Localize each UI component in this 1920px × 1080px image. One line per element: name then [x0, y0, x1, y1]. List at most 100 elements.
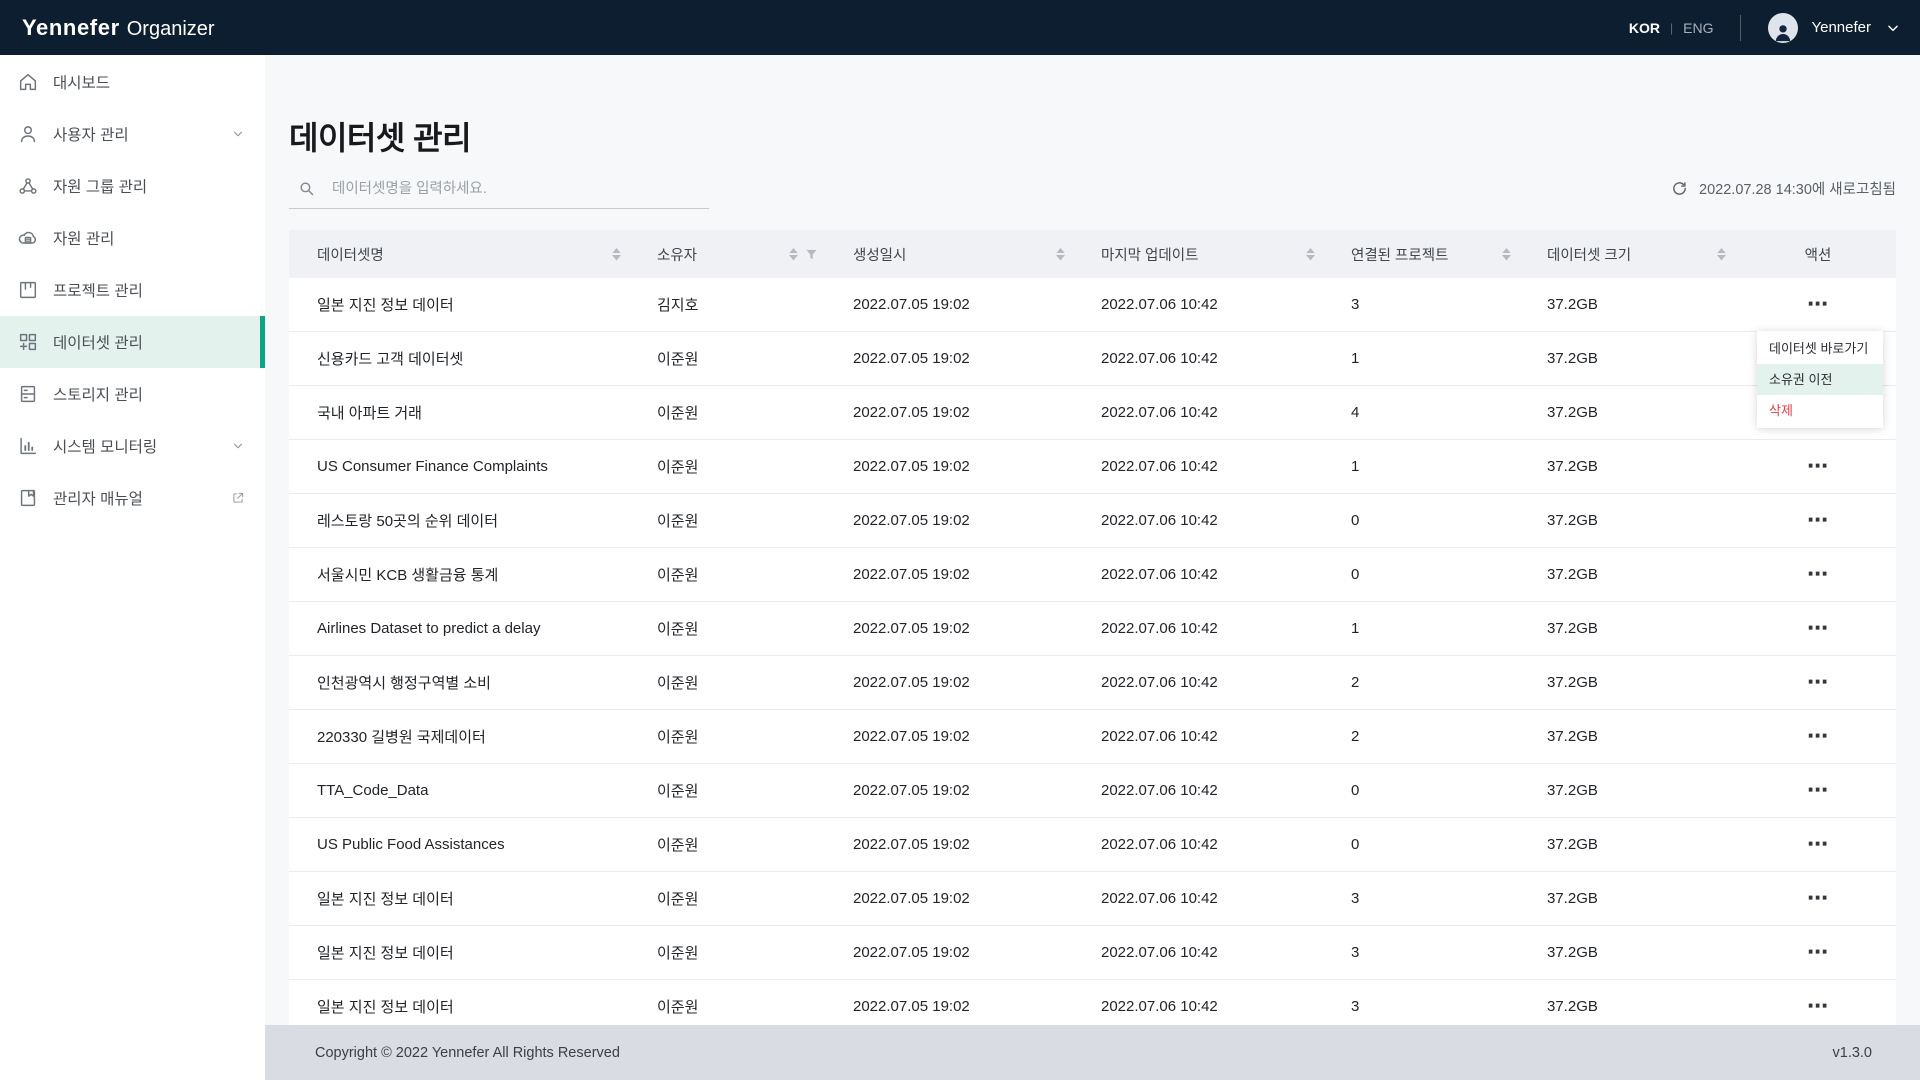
cell-size: 37.2GB — [1525, 620, 1740, 637]
cell-dataset-name: 일본 지진 정보 데이터 — [289, 294, 635, 315]
cell-actions: ⋯ — [1740, 994, 1896, 1019]
user-menu[interactable]: Yennefer — [1768, 13, 1900, 43]
cell-created: 2022.07.05 19:02 — [831, 404, 1079, 421]
refresh-icon[interactable] — [1671, 180, 1688, 197]
sidebar-item-monitoring[interactable]: 시스템 모니터링 — [0, 420, 265, 472]
row-actions-button[interactable]: ⋯ — [1801, 670, 1835, 695]
sort-icon[interactable] — [1056, 248, 1065, 261]
sidebar-item-manual[interactable]: 관리자 매뉴얼 — [0, 472, 265, 524]
cell-updated: 2022.07.06 10:42 — [1079, 512, 1329, 529]
cell-created: 2022.07.05 19:02 — [831, 944, 1079, 961]
resources-icon — [17, 227, 39, 249]
sidebar: 대시보드 사용자 관리 자원 그룹 관리 자원 관리 프로젝트 관리 데이터셋 … — [0, 55, 265, 1080]
column-header[interactable]: 소유자 — [635, 230, 831, 278]
column-label: 데이터셋 크기 — [1547, 244, 1631, 265]
lang-separator: | — [1670, 21, 1673, 35]
sidebar-item-resource-groups[interactable]: 자원 그룹 관리 — [0, 160, 265, 212]
cell-dataset-name: TTA_Code_Data — [289, 782, 635, 799]
cell-size: 37.2GB — [1525, 944, 1740, 961]
sort-icon[interactable] — [1717, 248, 1726, 261]
sidebar-item-label: 자원 그룹 관리 — [53, 175, 245, 197]
cell-created: 2022.07.05 19:02 — [831, 620, 1079, 637]
lang-kor-button[interactable]: KOR — [1629, 20, 1660, 36]
column-header[interactable]: 데이터셋 크기 — [1525, 230, 1740, 278]
sidebar-item-datasets[interactable]: 데이터셋 관리 — [0, 316, 265, 368]
table-row: TTA_Code_Data 이준원 2022.07.05 19:02 2022.… — [289, 764, 1896, 818]
cell-owner: 이준원 — [635, 942, 831, 963]
sidebar-item-resources[interactable]: 자원 관리 — [0, 212, 265, 264]
sort-icon[interactable] — [612, 248, 621, 261]
search-input[interactable] — [330, 180, 705, 198]
chevron-down-icon — [1886, 21, 1900, 35]
datasets-icon — [17, 331, 39, 353]
cell-owner: 이준원 — [635, 888, 831, 909]
sort-icon[interactable] — [1502, 248, 1511, 261]
cell-owner: 이준원 — [635, 456, 831, 477]
filter-icon[interactable] — [806, 249, 817, 260]
cell-projects: 3 — [1329, 890, 1525, 907]
sort-icon[interactable] — [1306, 248, 1315, 261]
storage-icon — [17, 383, 39, 405]
sidebar-item-dashboard[interactable]: 대시보드 — [0, 56, 265, 108]
column-header[interactable]: 마지막 업데이트 — [1079, 230, 1329, 278]
table-body: 일본 지진 정보 데이터 김지호 2022.07.05 19:02 2022.0… — [289, 278, 1896, 1034]
column-header[interactable]: 데이터셋명 — [289, 230, 635, 278]
cell-dataset-name: US Public Food Assistances — [289, 836, 635, 853]
row-actions-button[interactable]: ⋯ — [1801, 886, 1835, 911]
cell-actions: ⋯ — [1740, 562, 1896, 587]
brand-logo[interactable]: Yennefer Organizer — [22, 15, 215, 41]
table-row: 일본 지진 정보 데이터 김지호 2022.07.05 19:02 2022.0… — [289, 278, 1896, 332]
row-actions-button[interactable]: ⋯ — [1801, 454, 1835, 479]
sidebar-item-projects[interactable]: 프로젝트 관리 — [0, 264, 265, 316]
cell-projects: 0 — [1329, 512, 1525, 529]
main-content: 데이터셋 관리 2022.07.28 14:30에 새로고침됨 데이터셋명 소유… — [265, 55, 1920, 1080]
row-actions-button[interactable]: ⋯ — [1801, 292, 1835, 317]
row-actions-button[interactable]: ⋯ — [1801, 562, 1835, 587]
external-link-icon — [231, 491, 245, 505]
cell-size: 37.2GB — [1525, 404, 1740, 421]
cell-created: 2022.07.05 19:02 — [831, 782, 1079, 799]
cell-projects: 0 — [1329, 836, 1525, 853]
lang-eng-button[interactable]: ENG — [1683, 20, 1713, 36]
cell-projects: 1 — [1329, 350, 1525, 367]
menu-item-transfer-ownership[interactable]: 소유권 이전 — [1757, 364, 1883, 395]
page-title: 데이터셋 관리 — [289, 119, 1896, 157]
cell-size: 37.2GB — [1525, 296, 1740, 313]
sidebar-item-label: 프로젝트 관리 — [53, 279, 245, 301]
cell-dataset-name: 국내 아파트 거래 — [289, 402, 635, 423]
brand-secondary: Organizer — [127, 18, 215, 41]
user-name: Yennefer — [1811, 19, 1871, 36]
cell-dataset-name: 서울시민 KCB 생활금융 통계 — [289, 564, 635, 585]
row-actions-button[interactable]: ⋯ — [1801, 508, 1835, 533]
cell-owner: 이준원 — [635, 402, 831, 423]
cell-dataset-name: 일본 지진 정보 데이터 — [289, 888, 635, 909]
row-actions-button[interactable]: ⋯ — [1801, 994, 1835, 1019]
cell-created: 2022.07.05 19:02 — [831, 296, 1079, 313]
table-row: US Consumer Finance Complaints 이준원 2022.… — [289, 440, 1896, 494]
manual-icon — [17, 487, 39, 509]
users-icon — [17, 123, 39, 145]
cell-size: 37.2GB — [1525, 350, 1740, 367]
menu-item-delete[interactable]: 삭제 — [1757, 395, 1883, 426]
row-actions-button[interactable]: ⋯ — [1801, 940, 1835, 965]
sort-icon[interactable] — [789, 248, 798, 261]
menu-item-open-dataset[interactable]: 데이터셋 바로가기 — [1757, 333, 1883, 364]
sidebar-item-storage[interactable]: 스토리지 관리 — [0, 368, 265, 420]
search-icon — [298, 180, 315, 197]
row-actions-button[interactable]: ⋯ — [1801, 832, 1835, 857]
row-actions-button[interactable]: ⋯ — [1801, 616, 1835, 641]
row-actions-button[interactable]: ⋯ — [1801, 778, 1835, 803]
cell-owner: 이준원 — [635, 834, 831, 855]
cell-actions: ⋯ — [1740, 292, 1896, 317]
sidebar-item-label: 자원 관리 — [53, 227, 245, 249]
cell-projects: 0 — [1329, 782, 1525, 799]
column-header[interactable]: 생성일시 — [831, 230, 1079, 278]
sidebar-item-users[interactable]: 사용자 관리 — [0, 108, 265, 160]
cell-size: 37.2GB — [1525, 728, 1740, 745]
table-row: Airlines Dataset to predict a delay 이준원 … — [289, 602, 1896, 656]
row-actions-button[interactable]: ⋯ — [1801, 724, 1835, 749]
cell-size: 37.2GB — [1525, 836, 1740, 853]
cell-updated: 2022.07.06 10:42 — [1079, 620, 1329, 637]
column-header[interactable]: 연결된 프로젝트 — [1329, 230, 1525, 278]
table-row: 220330 길병원 국제데이터 이준원 2022.07.05 19:02 20… — [289, 710, 1896, 764]
